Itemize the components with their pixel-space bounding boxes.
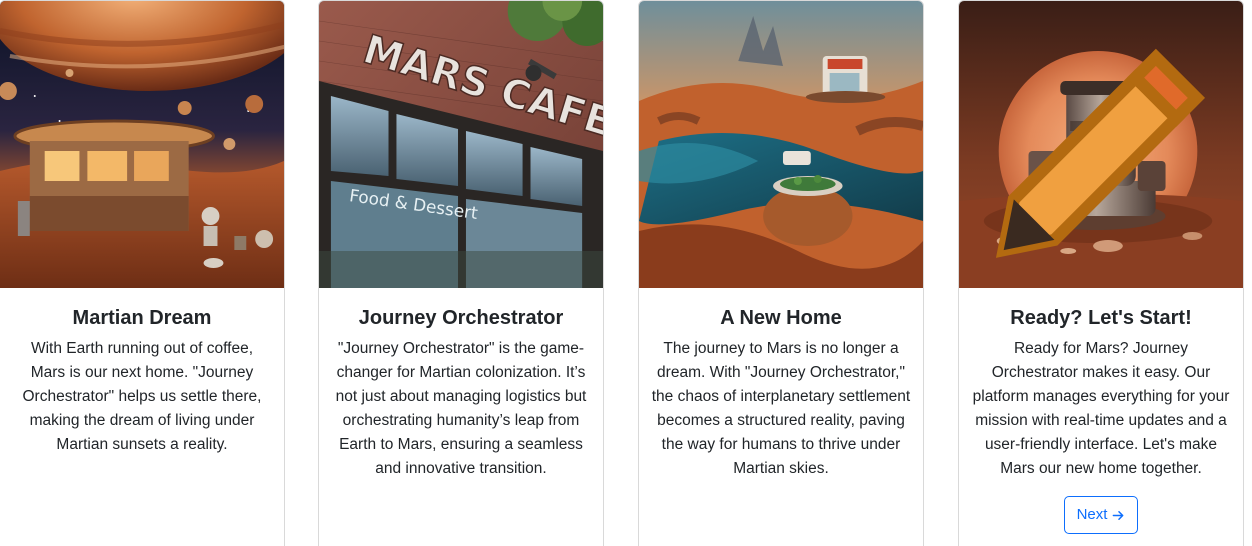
card-text: "Journey Orchestrator" is the game-chang… <box>335 340 587 477</box>
card-image <box>639 1 923 288</box>
card-a-new-home: A New Home The journey to Mars is no lon… <box>638 0 924 546</box>
card-title: Ready? Let's Start! <box>1010 307 1192 329</box>
card-image <box>0 1 284 288</box>
card-grid: Martian Dream With Earth running out of … <box>0 0 1252 546</box>
next-button-label: Next <box>1076 506 1108 523</box>
arrow-right-icon <box>1113 510 1124 520</box>
card-title: Martian Dream <box>72 307 212 329</box>
card-title: Journey Orchestrator <box>358 307 564 329</box>
card-text: The journey to Mars is no longer a dream… <box>651 340 911 477</box>
card-title: A New Home <box>720 307 842 329</box>
card-journey-orchestrator: MARS CAFE Food & Dessert Journey Orchest… <box>318 0 604 546</box>
card-ready-lets-start: Ready? Let's Start! Ready for Mars? Jour… <box>958 0 1244 546</box>
card-image <box>959 1 1243 288</box>
card-text: With Earth running out of coffee, Mars i… <box>22 340 262 453</box>
card-image: MARS CAFE Food & Dessert <box>319 1 603 288</box>
pencil-icon <box>995 48 1206 258</box>
card-martian-dream: Martian Dream With Earth running out of … <box>0 0 285 546</box>
next-button[interactable]: Next <box>1063 496 1139 534</box>
card-text: Ready for Mars? Journey Orchestrator mak… <box>972 340 1230 477</box>
